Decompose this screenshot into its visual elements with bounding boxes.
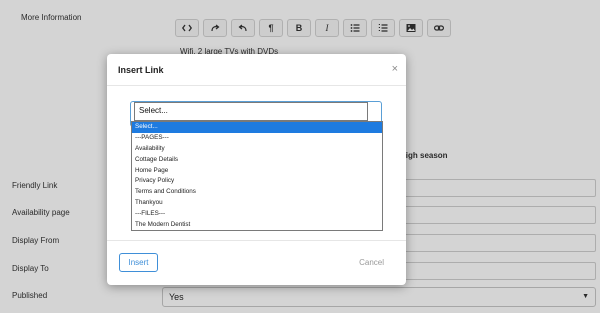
- dropdown-option[interactable]: Privacy Policy: [132, 176, 382, 187]
- dialog-title: Insert Link: [118, 65, 164, 75]
- dropdown-option[interactable]: The Modern Dentist: [132, 220, 382, 231]
- footer-divider: [107, 240, 406, 241]
- dropdown-option[interactable]: Availability: [132, 144, 382, 155]
- dropdown-option[interactable]: ---PAGES---: [132, 133, 382, 144]
- dropdown-option[interactable]: Home Page: [132, 166, 382, 177]
- dropdown-option[interactable]: ---FILES---: [132, 209, 382, 220]
- insert-button[interactable]: Insert: [119, 253, 158, 272]
- link-target-dropdown: Select... ---PAGES--- Availability Cottage …: [131, 121, 383, 231]
- cancel-button[interactable]: Cancel: [359, 258, 384, 267]
- dropdown-option[interactable]: Select...: [132, 122, 382, 133]
- close-icon[interactable]: ×: [392, 63, 398, 75]
- insert-link-dialog: Insert Link × Select... Select... ---PAGE…: [107, 54, 406, 285]
- header-divider: [107, 85, 406, 86]
- dropdown-option[interactable]: Terms and Conditions: [132, 187, 382, 198]
- dropdown-option[interactable]: Cottage Details: [132, 155, 382, 166]
- link-target-select[interactable]: Select...: [134, 102, 368, 121]
- dropdown-option[interactable]: Thankyou: [132, 198, 382, 209]
